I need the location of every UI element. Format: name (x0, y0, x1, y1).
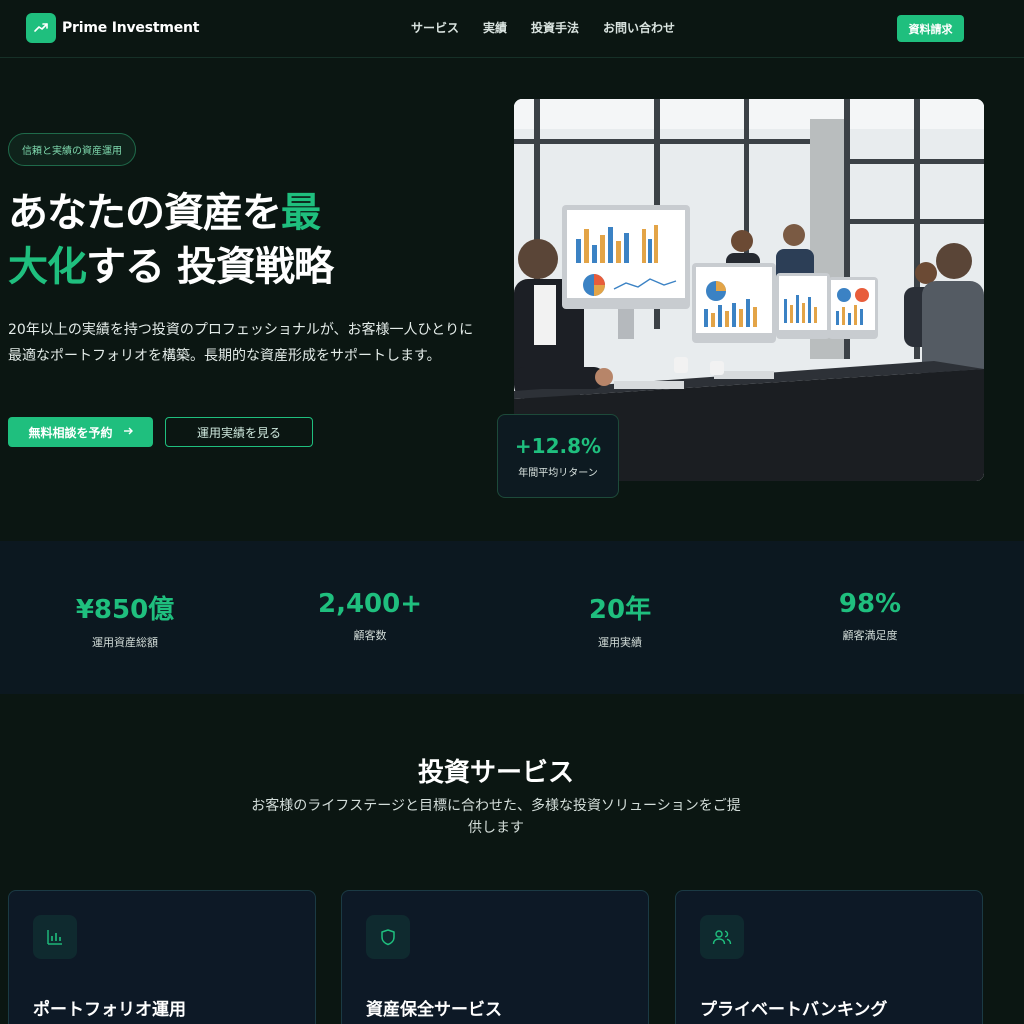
brand-logo[interactable]: Prime Investment (26, 13, 199, 43)
service-card-preservation[interactable]: 資産保全サービス (341, 890, 649, 1024)
book-consultation-button[interactable]: 無料相談を予約 (8, 417, 153, 447)
service-card-title: ポートフォリオ運用 (33, 1000, 186, 1020)
service-card-private-banking[interactable]: プライベートバンキング (675, 890, 983, 1024)
hero-description: 20年以上の実績を持つ投資のプロフェッショナルが、お客様一人ひとりに最適なポート… (8, 322, 474, 364)
stat-years: 20年 運用実績 (495, 589, 745, 650)
nav-link-services[interactable]: サービス (411, 19, 459, 36)
hero-badge: 信頼と実績の資産運用 (8, 133, 136, 166)
shield-icon (366, 915, 410, 959)
annual-return-value: +12.8% (514, 433, 602, 458)
nav-link-contact[interactable]: お問い合わせ (603, 19, 675, 36)
stat-value: ¥850億 (75, 595, 175, 625)
stat-label: 顧客数 (353, 629, 387, 642)
main-nav: サービス 実績 投資手法 お問い合わせ (411, 19, 675, 36)
bar-chart-icon (33, 915, 77, 959)
hero-title-part: する 投資戦略 (86, 244, 334, 290)
hero-title: あなたの資産を最 大化する 投資戦略 (8, 186, 428, 294)
stat-label: 運用資産総額 (92, 636, 158, 649)
stat-value: 2,400+ (317, 589, 423, 619)
stat-satisfaction: 98% 顧客満足度 (745, 589, 995, 643)
stat-clients: 2,400+ 顧客数 (245, 589, 495, 643)
service-card-title: 資産保全サービス (366, 1000, 502, 1020)
stat-label: 運用実績 (598, 636, 642, 649)
site-header: Prime Investment サービス 実績 投資手法 お問い合わせ 資料請… (0, 0, 1024, 58)
request-materials-button[interactable]: 資料請求 (897, 15, 964, 42)
trending-up-icon (26, 13, 56, 43)
stat-aum: ¥850億 運用資産総額 (0, 589, 250, 650)
stat-value: 20年 (588, 595, 652, 625)
stats-section: ¥850億 運用資産総額 2,400+ 顧客数 20年 運用実績 98% 顧客満… (0, 541, 1024, 694)
hero-title-part: あなたの資産を (8, 190, 282, 236)
view-results-button[interactable]: 運用実績を見る (165, 417, 313, 447)
stat-value: 98% (838, 589, 902, 619)
service-card-portfolio[interactable]: ポートフォリオ運用 (8, 890, 316, 1024)
stat-label: 顧客満足度 (842, 629, 898, 642)
nav-link-methods[interactable]: 投資手法 (531, 19, 579, 36)
nav-link-results[interactable]: 実績 (483, 19, 507, 36)
annual-return-label: 年間平均リターン (518, 467, 598, 479)
book-consultation-label: 無料相談を予約 (28, 425, 113, 440)
services-title: 投資サービス (417, 758, 574, 788)
service-card-title: プライベートバンキング (700, 1000, 888, 1020)
hero-title-accent: 大化 (8, 244, 87, 290)
brand-name: Prime Investment (62, 20, 200, 36)
annual-return-card: +12.8% 年間平均リターン (497, 414, 619, 498)
services-subtitle: お客様のライフステージと目標に合わせた、多様な投資ソリューションをご提供します (251, 798, 741, 836)
hero-title-accent: 最 (281, 190, 321, 236)
arrow-right-icon (123, 425, 133, 439)
users-icon (700, 915, 744, 959)
